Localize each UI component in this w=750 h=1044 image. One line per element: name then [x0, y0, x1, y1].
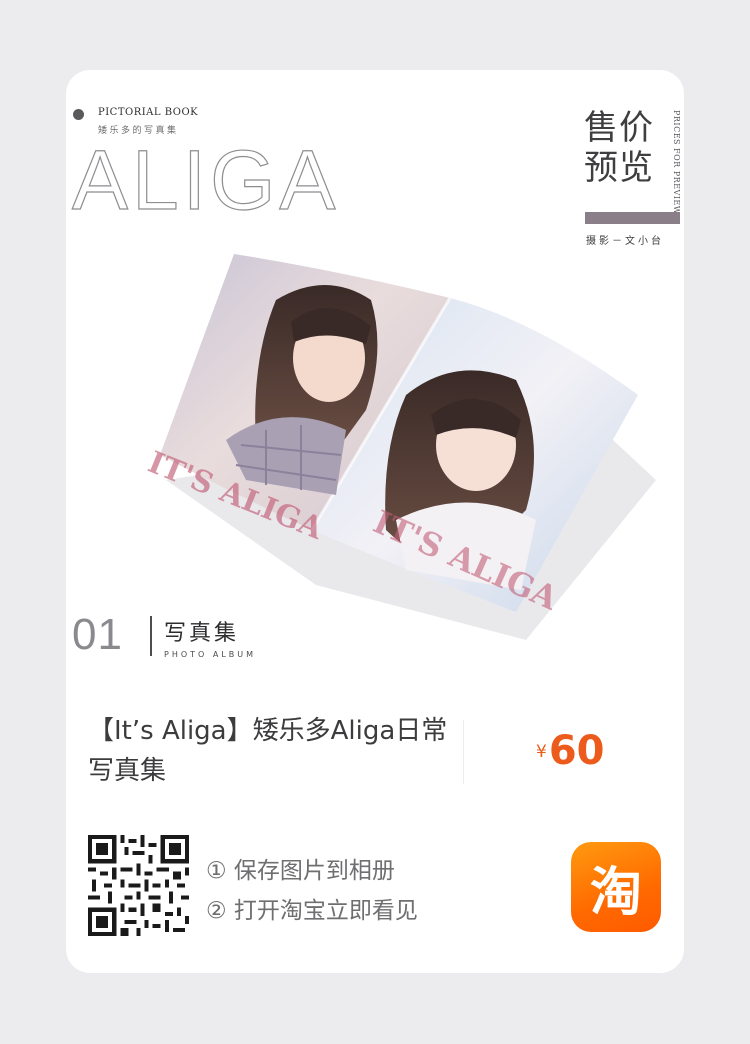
prices-for-preview-vertical: PRICES FOR PREVIEW	[672, 110, 681, 215]
pictorial-book-label: PICTORIAL BOOK	[98, 107, 199, 118]
price-title-line-1: 售价	[584, 108, 654, 148]
taobao-icon[interactable]: 淘	[571, 842, 661, 932]
album-label-cn: 写真集	[164, 621, 240, 646]
poster-card: PICTORIAL BOOK 矮乐多的写真集 ALIGA 售价 预览 PRICE…	[66, 70, 684, 973]
taobao-icon-glyph: 淘	[589, 862, 642, 923]
price-preview-title: 售价 预览	[584, 108, 654, 188]
album-number: 01	[72, 610, 123, 659]
instruction-step-2: ② 打开淘宝立即看见	[206, 898, 418, 924]
price-title-line-2: 预览	[584, 148, 654, 188]
price-accent-bar	[585, 212, 680, 224]
bullet-dot	[73, 109, 84, 120]
album-divider	[150, 616, 152, 656]
instruction-step-1: ① 保存图片到相册	[206, 858, 395, 884]
qr-code	[88, 835, 189, 936]
currency-symbol: ¥	[536, 742, 547, 762]
aliga-outline-title: ALIGA	[71, 133, 340, 227]
product-price: ¥60	[536, 728, 605, 774]
info-divider	[463, 720, 464, 784]
magazine-illustration: IT'S ALIGA IT'S ALIGA	[143, 254, 656, 640]
price-value: 60	[548, 728, 605, 774]
album-label-en: PHOTO ALBUM	[164, 650, 257, 659]
product-title: 【It’s Aliga】矮乐多Aliga日常写真集	[88, 716, 448, 786]
